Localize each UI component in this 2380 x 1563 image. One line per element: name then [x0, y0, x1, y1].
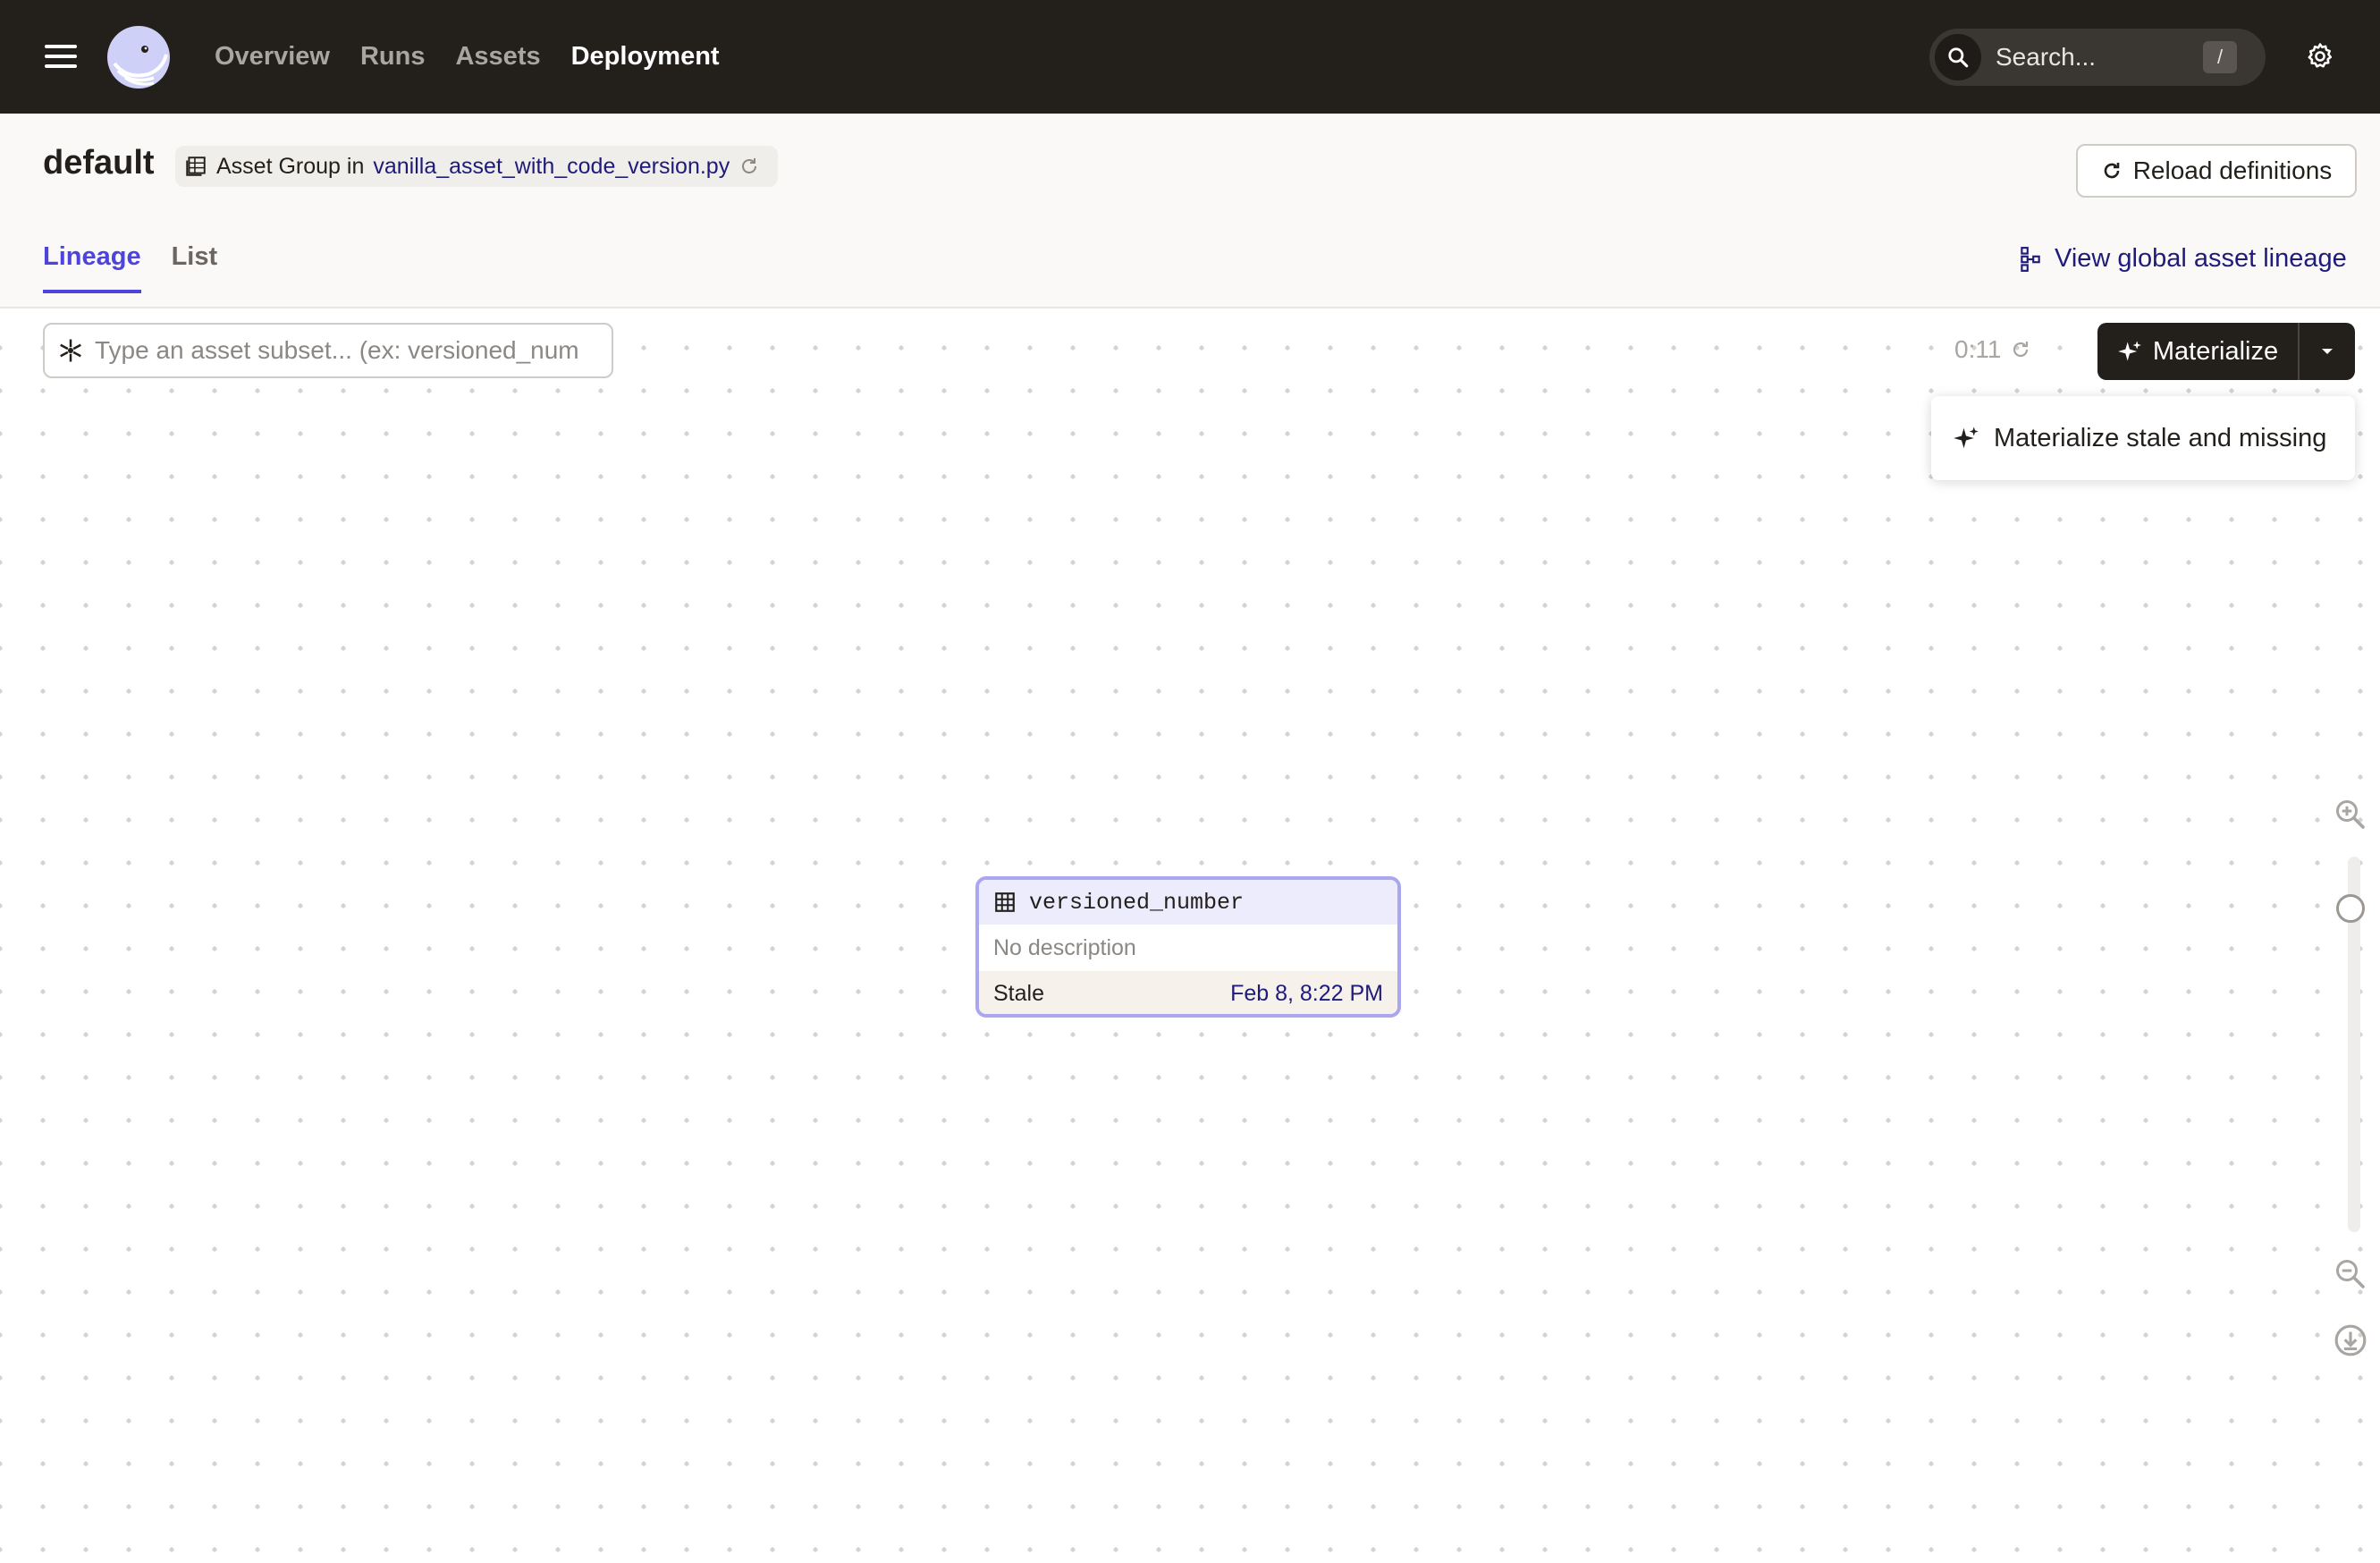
asset-group-prefix: Asset Group in	[216, 153, 365, 179]
asset-group-tag: Asset Group in vanilla_asset_with_code_v…	[175, 146, 779, 187]
gear-icon[interactable]	[2305, 41, 2335, 72]
lineage-icon	[2021, 246, 2040, 272]
reload-icon	[2104, 163, 2120, 179]
refresh-timer-value: 0:11	[1954, 335, 2002, 363]
lineage-canvas[interactable]: 0:11 Materialize Materialize stale and m…	[0, 308, 2380, 1563]
asset-name: versioned_number	[1029, 889, 1245, 916]
asset-node-header: versioned_number	[979, 880, 1397, 925]
sparkle-icon	[2118, 341, 2141, 361]
refresh-timer[interactable]: 0:11	[1954, 335, 2031, 364]
sparkle-icon	[1954, 427, 1979, 449]
nav-assets[interactable]: Assets	[455, 42, 540, 72]
nav-runs[interactable]: Runs	[360, 42, 426, 72]
view-global-lineage-link[interactable]: View global asset lineage	[2019, 244, 2347, 274]
menu-icon[interactable]	[45, 45, 77, 68]
nav-overview[interactable]: Overview	[215, 42, 330, 72]
search-shortcut-key: /	[2203, 41, 2237, 73]
nav-deployment[interactable]: Deployment	[571, 42, 720, 72]
search-box[interactable]: /	[1929, 29, 2266, 86]
asset-selection-icon	[60, 339, 81, 362]
download-icon[interactable]	[2334, 1323, 2367, 1357]
top-navigation-bar: Overview Runs Assets Deployment /	[0, 0, 2380, 114]
asset-description: No description	[993, 934, 1136, 960]
asset-status-row: Stale Feb 8, 8:22 PM	[979, 971, 1397, 1014]
materialize-menu-item-stale-missing[interactable]: Materialize stale and missing	[1931, 396, 2355, 480]
asset-subset-filter[interactable]	[43, 323, 613, 378]
zoom-slider-handle[interactable]	[2336, 894, 2365, 923]
refresh-icon[interactable]	[738, 156, 760, 177]
search-icon	[1948, 47, 1969, 68]
menu-item-label: Materialize stale and missing	[1994, 423, 2327, 452]
search-input[interactable]	[1994, 42, 2194, 72]
view-global-lineage-label: View global asset lineage	[2055, 244, 2347, 273]
asset-node-versioned-number[interactable]: versioned_number No description Stale Fe…	[975, 876, 1401, 1018]
zoom-out-icon[interactable]	[2334, 1257, 2366, 1289]
asset-materialized-time[interactable]: Feb 8, 8:22 PM	[1230, 981, 1383, 1007]
caret-down-icon	[2322, 349, 2333, 354]
tab-lineage[interactable]: Lineage	[43, 242, 141, 293]
reload-definitions-button[interactable]: Reload definitions	[2076, 144, 2357, 198]
zoom-in-icon[interactable]	[2334, 798, 2366, 830]
table-icon	[995, 892, 1015, 912]
asset-subset-input[interactable]	[93, 335, 606, 366]
page-title: default	[43, 144, 155, 182]
code-location-link[interactable]: vanilla_asset_with_code_version.py	[373, 154, 730, 180]
asset-group-icon	[186, 156, 206, 176]
materialize-button[interactable]: Materialize	[2097, 323, 2298, 380]
asset-status: Stale	[993, 980, 1044, 1006]
search-icon-container	[1935, 34, 1981, 80]
materialize-dropdown-toggle[interactable]	[2298, 323, 2355, 380]
refresh-icon[interactable]	[2010, 339, 2031, 360]
materialize-button-group: Materialize	[2097, 323, 2355, 380]
tab-list[interactable]: List	[172, 242, 218, 293]
page-header: default Asset Group in vanilla_asset_wit…	[0, 114, 2380, 308]
dagster-logo[interactable]	[105, 24, 172, 90]
materialize-label: Materialize	[2152, 336, 2279, 366]
main-nav: Overview Runs Assets Deployment	[215, 0, 720, 114]
tab-bar: Lineage List	[43, 242, 217, 293]
reload-label: Reload definitions	[2132, 156, 2333, 184]
